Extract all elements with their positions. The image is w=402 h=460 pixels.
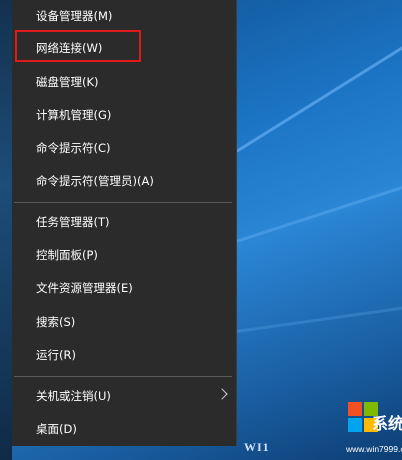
chevron-right-icon: [216, 388, 228, 400]
menu-item-label: 运行(R): [36, 348, 76, 362]
winx-power-user-menu: 设备管理器(M) 网络连接(W) 磁盘管理(K) 计算机管理(G) 命令提示符(…: [12, 0, 237, 446]
menu-item-command-prompt-admin[interactable]: 命令提示符(管理员)(A): [12, 165, 236, 197]
menu-item-command-prompt[interactable]: 命令提示符(C): [12, 132, 236, 164]
menu-item-shutdown-signout[interactable]: 关机或注销(U): [12, 380, 236, 412]
menu-item-label: 任务管理器(T): [36, 215, 110, 229]
menu-item-device-manager[interactable]: 设备管理器(M): [12, 0, 236, 32]
menu-item-label: 控制面板(P): [36, 248, 98, 262]
light-beam: [236, 246, 402, 333]
menu-item-label: 命令提示符(C): [36, 141, 111, 155]
menu-item-computer-management[interactable]: 计算机管理(G): [12, 99, 236, 131]
menu-item-label: 计算机管理(G): [36, 108, 112, 122]
watermark-brand-name: 系统粉: [372, 414, 402, 433]
menu-item-label: 文件资源管理器(E): [36, 281, 133, 295]
watermark-brand-url: www.win7999.com: [346, 444, 402, 454]
desktop-left-edge: [0, 0, 12, 460]
menu-item-label: 设备管理器(M): [36, 9, 113, 23]
menu-separator: [14, 376, 232, 377]
menu-item-disk-management[interactable]: 磁盘管理(K): [12, 66, 236, 98]
menu-item-run[interactable]: 运行(R): [12, 339, 236, 371]
menu-separator: [14, 202, 232, 203]
menu-item-desktop[interactable]: 桌面(D): [12, 413, 236, 445]
menu-item-label: 磁盘管理(K): [36, 75, 99, 89]
light-beam: [236, 0, 402, 153]
watermark-partial-text: WI1: [244, 440, 270, 454]
menu-item-file-explorer[interactable]: 文件资源管理器(E): [12, 272, 236, 304]
menu-item-label: 命令提示符(管理员)(A): [36, 174, 154, 188]
menu-item-label: 桌面(D): [36, 422, 77, 436]
menu-item-label: 关机或注销(U): [36, 389, 111, 403]
menu-item-search[interactable]: 搜索(S): [12, 306, 236, 338]
light-beam: [236, 54, 402, 243]
menu-item-label: 搜索(S): [36, 315, 76, 329]
red-highlight-box: [15, 30, 141, 62]
menu-item-task-manager[interactable]: 任务管理器(T): [12, 206, 236, 238]
menu-item-control-panel[interactable]: 控制面板(P): [12, 239, 236, 271]
